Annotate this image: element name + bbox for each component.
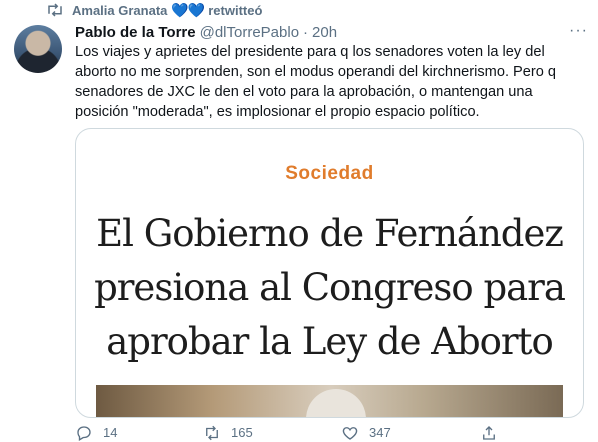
retweet-button[interactable]: 165: [203, 424, 253, 442]
retweet-action-label: retwitteó: [208, 2, 263, 18]
retweet-icon: [206, 425, 218, 440]
retweet-count: 165: [231, 425, 253, 440]
retweet-indicator: Amalia Granata 💙💙 retwitteó: [46, 0, 262, 20]
reply-icon: [77, 425, 91, 441]
reply-count: 14: [103, 425, 118, 440]
card-headline-line: presiona al Congreso para: [94, 266, 566, 309]
card-section-label: Sociedad: [285, 163, 374, 184]
share-icon: [483, 425, 495, 440]
author-handle[interactable]: @dlTorrePablo: [200, 24, 299, 41]
author-name[interactable]: Pablo de la Torre: [75, 24, 196, 41]
tweet-actions: 14 165 347: [75, 424, 515, 441]
like-count: 347: [369, 425, 391, 440]
card-headline-line: El Gobierno de Fernández: [96, 212, 564, 255]
tweet-text: Los viajes y aprietes del presidente par…: [75, 44, 557, 120]
avatar[interactable]: [14, 25, 62, 73]
like-button[interactable]: 347: [341, 424, 391, 442]
reply-button[interactable]: 14: [75, 424, 117, 442]
heart-icon: [342, 426, 358, 440]
link-card[interactable]: Sociedad El Gobierno de Fernández presio…: [75, 128, 584, 418]
retweet-icon: [46, 3, 64, 17]
tweet-header: Pablo de la Torre @dlTorrePablo · 20h: [75, 22, 588, 42]
card-photo: [96, 385, 563, 417]
retweeter-name[interactable]: Amalia Granata: [72, 3, 167, 18]
card-headline: El Gobierno de Fernández presiona al Con…: [76, 207, 583, 369]
heart-emojis: 💙💙: [171, 1, 205, 18]
separator-dot: ·: [303, 23, 309, 41]
card-headline-line: aprobar la Ley de Aborto: [106, 320, 554, 363]
tweet-time[interactable]: 20h: [312, 24, 337, 41]
more-icon[interactable]: ···: [569, 22, 588, 40]
share-button[interactable]: [480, 424, 508, 442]
